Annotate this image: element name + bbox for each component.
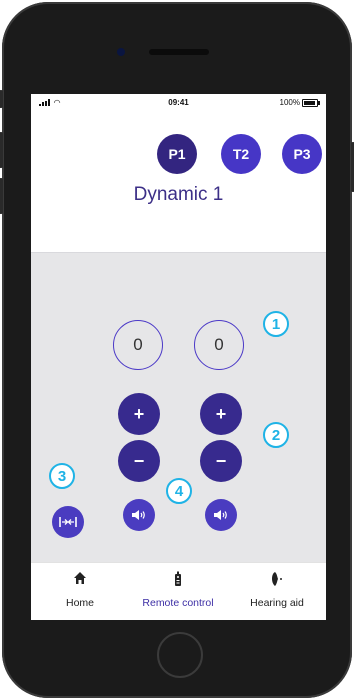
tab-hearing-aid[interactable]: Hearing aid xyxy=(228,563,326,620)
left-volume-up-button[interactable]: + xyxy=(118,393,160,435)
program-button-t2[interactable]: T2 xyxy=(221,134,261,174)
mute-switch xyxy=(0,90,3,108)
tab-hearing-aid-label: Hearing aid xyxy=(250,597,304,609)
sync-arrows-icon xyxy=(59,517,77,527)
remote-icon xyxy=(129,571,227,589)
front-camera xyxy=(117,48,125,56)
speaker-icon xyxy=(214,510,227,520)
program-button-p1[interactable]: P1 xyxy=(157,134,197,174)
right-volume-down-button[interactable]: − xyxy=(200,440,242,482)
right-speaker-button[interactable] xyxy=(205,499,237,531)
callout-2: 2 xyxy=(263,422,289,448)
phone-home-button[interactable] xyxy=(157,632,203,678)
volume-up-button xyxy=(0,132,3,168)
callout-1: 1 xyxy=(263,311,289,337)
phone-frame: ◠ 09:41 100% P1 T2 P3 Dynamic 1 0 0 1 + … xyxy=(0,2,354,698)
tab-remote-control-label: Remote control xyxy=(142,597,214,609)
earpiece-speaker xyxy=(149,49,209,55)
program-title: Dynamic 1 xyxy=(133,184,224,205)
tab-bar: Home Remote control Hearing aid xyxy=(31,562,326,620)
app-screen: ◠ 09:41 100% P1 T2 P3 Dynamic 1 0 0 1 + … xyxy=(31,94,326,620)
speaker-icon xyxy=(132,510,145,520)
tab-home[interactable]: Home xyxy=(31,563,129,620)
home-icon xyxy=(31,571,129,589)
right-volume-display: 0 xyxy=(194,320,244,370)
left-speaker-button[interactable] xyxy=(123,499,155,531)
battery-percent: 100% xyxy=(279,98,300,107)
tab-home-label: Home xyxy=(65,597,94,609)
remote-control-panel: 0 0 1 + + 2 − − 3 4 xyxy=(31,252,326,563)
hearing-aid-icon xyxy=(228,571,326,589)
left-volume-down-button[interactable]: − xyxy=(118,440,160,482)
callout-3: 3 xyxy=(49,463,75,489)
sync-volume-button[interactable] xyxy=(52,506,84,538)
left-volume-display: 0 xyxy=(113,320,163,370)
status-bar: ◠ 09:41 100% xyxy=(31,94,326,110)
callout-4: 4 xyxy=(166,478,192,504)
right-volume-up-button[interactable]: + xyxy=(200,393,242,435)
program-button-p3[interactable]: P3 xyxy=(282,134,322,174)
volume-down-button xyxy=(0,178,3,214)
tab-remote-control[interactable]: Remote control xyxy=(129,563,227,620)
battery-icon xyxy=(302,99,320,107)
